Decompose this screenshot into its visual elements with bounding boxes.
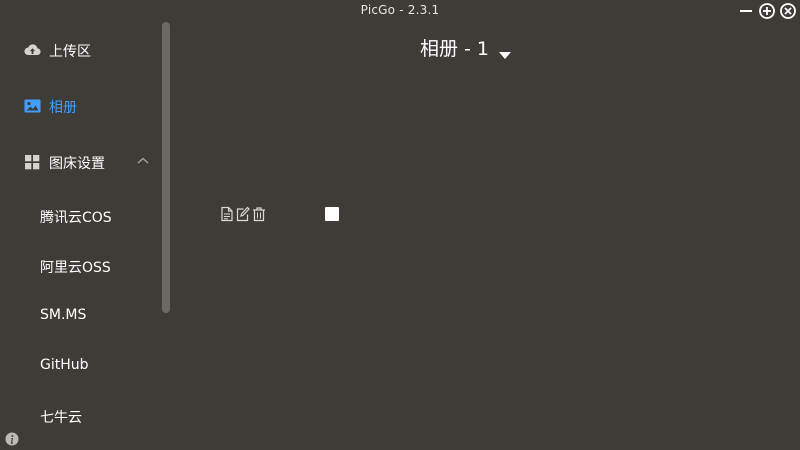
sidebar-subitem-tencent-cos[interactable]: 腾讯云COS — [0, 201, 160, 231]
info-icon[interactable] — [5, 431, 19, 446]
sidebar-subitem-label: 腾讯云COS — [40, 210, 112, 226]
sidebar-scrollbar[interactable] — [162, 22, 170, 313]
cloud-upload-icon — [24, 42, 41, 58]
sidebar-item-label: 图床设置 — [49, 156, 105, 172]
sidebar-subitem-smms[interactable]: SM.MS — [0, 301, 160, 331]
grid-icon — [24, 154, 41, 170]
image-icon — [24, 98, 41, 114]
sidebar-item-gallery[interactable]: 相册 — [0, 91, 160, 121]
sidebar-subitem-github[interactable]: GitHub — [0, 351, 160, 381]
sidebar-subitem-qiniu[interactable]: 七牛云 — [0, 401, 160, 431]
gallery-title-dropdown[interactable]: 相册 - 1 — [420, 33, 550, 61]
picgo-window: PicGo - 2.3.1 上传区 相册 图床设置 腾讯云COS 阿里云OSS … — [0, 0, 800, 450]
sidebar-item-upload[interactable]: 上传区 — [0, 35, 160, 65]
sidebar-item-label: 相册 — [49, 100, 77, 116]
window-title: PicGo - 2.3.1 — [360, 3, 440, 17]
sidebar-item-picbed-settings[interactable]: 图床设置 — [0, 147, 160, 177]
select-checkbox[interactable] — [325, 207, 339, 221]
sidebar-item-label: 上传区 — [49, 44, 91, 60]
sidebar-subitem-label: GitHub — [40, 357, 89, 373]
delete-icon[interactable] — [252, 206, 266, 222]
close-icon[interactable] — [779, 2, 797, 20]
chevron-up-icon — [136, 155, 150, 167]
sidebar-subitem-aliyun-oss[interactable]: 阿里云OSS — [0, 251, 160, 281]
sidebar: 上传区 相册 图床设置 腾讯云COS 阿里云OSS SM.MS GitHub 七… — [0, 22, 170, 450]
minimize-icon[interactable] — [737, 2, 755, 20]
copy-icon[interactable] — [220, 206, 234, 222]
maximize-icon[interactable] — [758, 2, 776, 20]
sidebar-subitem-label: 阿里云OSS — [40, 260, 111, 276]
sidebar-subitem-label: SM.MS — [40, 307, 87, 323]
title-bar: PicGo - 2.3.1 — [0, 0, 800, 22]
sidebar-subitem-label: 七牛云 — [40, 410, 82, 426]
caret-down-icon — [499, 43, 512, 59]
gallery-title: 相册 - 1 — [420, 37, 490, 60]
image-actions — [220, 206, 266, 222]
edit-icon[interactable] — [236, 206, 250, 222]
